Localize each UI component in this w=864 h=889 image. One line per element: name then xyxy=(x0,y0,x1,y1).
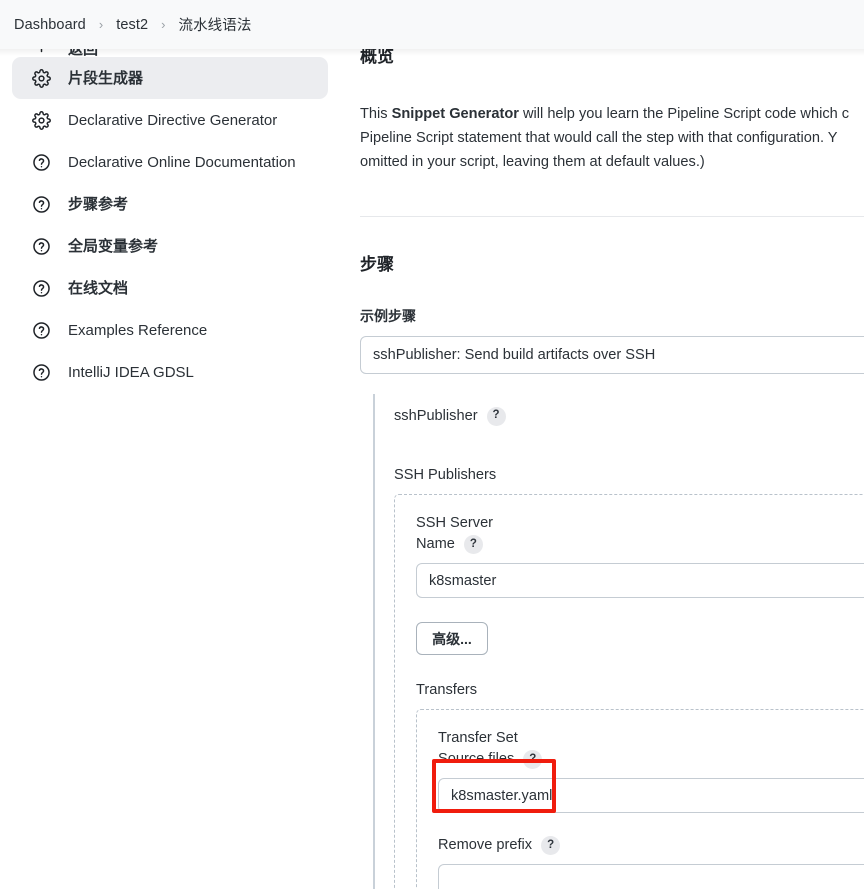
help-circle-icon xyxy=(30,319,52,341)
sidebar-item-label: Examples Reference xyxy=(68,321,208,339)
remove-prefix-label-text: Remove prefix xyxy=(438,837,533,853)
overview-text-bold: Snippet Generator xyxy=(391,105,519,122)
sidebar: 返回 片段生成器 Declarative Directive Generator xyxy=(0,40,340,889)
ssh-server-name-label: SSH Server Name ? xyxy=(416,513,864,555)
sidebar-item-global-variable-reference[interactable]: 全局变量参考 xyxy=(12,225,328,267)
main-content: 概览 This Snippet Generator will help you … xyxy=(360,47,864,889)
ssh-server-name-value: k8smaster xyxy=(429,572,497,589)
ssh-publishers-label: SSH Publishers xyxy=(394,467,497,483)
overview-text-line3: omitted in your script, leaving them at … xyxy=(360,153,705,170)
ssh-publisher-block: sshPublisher ? SSH Publishers SSH Server… xyxy=(373,394,864,889)
help-icon[interactable]: ? xyxy=(523,750,543,769)
sidebar-item-examples-reference[interactable]: Examples Reference xyxy=(12,309,328,351)
help-circle-icon xyxy=(30,235,52,257)
help-circle-icon xyxy=(30,151,52,173)
overview-text-b: will help you learn the Pipeline Script … xyxy=(518,105,850,122)
ssh-publisher-group: SSH Server Name ? k8smaster 高级... Transf… xyxy=(394,494,864,889)
ssh-publisher-header: sshPublisher ? xyxy=(394,406,864,426)
advanced-button[interactable]: 高级... xyxy=(416,622,488,655)
ssh-publisher-name: sshPublisher xyxy=(394,408,478,424)
help-circle-icon xyxy=(30,361,52,383)
transfer-set-label: Transfer Set xyxy=(438,730,518,746)
sample-step-select[interactable]: sshPublisher: Send build artifacts over … xyxy=(360,336,864,374)
breadcrumb-separator-icon: › xyxy=(98,17,104,32)
sidebar-item-snippet-generator[interactable]: 片段生成器 xyxy=(12,57,328,99)
page-root: Dashboard › test2 › 流水线语法 返回 片段生成器 Decla… xyxy=(0,0,864,889)
breadcrumb-item-dashboard[interactable]: Dashboard xyxy=(10,16,90,34)
breadcrumb-item-test2[interactable]: test2 xyxy=(112,16,152,34)
breadcrumb: Dashboard › test2 › 流水线语法 xyxy=(0,0,864,56)
gear-icon xyxy=(30,109,52,131)
transfer-set-group: Transfer Set Source files ? k8smaster.ya… xyxy=(416,709,864,889)
remove-prefix-label: Remove prefix ? xyxy=(438,835,864,856)
ssh-server-name-input[interactable]: k8smaster xyxy=(416,563,864,598)
source-files-input[interactable]: k8smaster.yaml xyxy=(438,778,864,813)
sidebar-item-steps-reference[interactable]: 步骤参考 xyxy=(12,183,328,225)
help-icon[interactable]: ? xyxy=(486,406,506,426)
section-divider xyxy=(360,216,864,217)
sidebar-item-label: IntelliJ IDEA GDSL xyxy=(68,363,194,381)
sidebar-item-declarative-directive-generator[interactable]: Declarative Directive Generator xyxy=(12,99,328,141)
sample-step-selected-value: sshPublisher: Send build artifacts over … xyxy=(373,347,656,363)
sidebar-item-label: 片段生成器 xyxy=(68,69,144,87)
breadcrumb-item-pipeline-syntax[interactable]: 流水线语法 xyxy=(174,13,255,36)
ssh-server-name-label-line2: Name xyxy=(416,536,455,552)
sidebar-item-declarative-online-documentation[interactable]: Declarative Online Documentation xyxy=(12,141,328,183)
breadcrumb-separator-icon: › xyxy=(161,17,166,32)
sidebar-item-online-documentation[interactable]: 在线文档 xyxy=(12,267,328,309)
help-circle-icon xyxy=(30,277,52,299)
overview-text-line2: Pipeline Script statement that would cal… xyxy=(360,129,838,146)
remove-prefix-input[interactable] xyxy=(438,864,864,889)
gear-icon xyxy=(30,67,52,89)
sidebar-item-label: Declarative Directive Generator xyxy=(68,111,278,129)
source-files-label-text: Source files xyxy=(438,751,515,767)
help-circle-icon xyxy=(30,193,52,215)
help-icon[interactable]: ? xyxy=(463,535,483,554)
source-files-value: k8smaster.yaml xyxy=(451,787,553,804)
help-icon[interactable]: ? xyxy=(541,836,561,855)
sidebar-item-label: 在线文档 xyxy=(68,279,129,297)
transfers-label: Transfers xyxy=(416,682,478,698)
sidebar-item-label: 步骤参考 xyxy=(68,195,129,213)
steps-heading: 步骤 xyxy=(360,255,394,274)
sample-step-label: 示例步骤 xyxy=(360,308,416,324)
sidebar-item-label: Declarative Online Documentation xyxy=(68,153,296,171)
sidebar-item-intellij-idea-gdsl[interactable]: IntelliJ IDEA GDSL xyxy=(12,351,328,393)
overview-paragraph: This Snippet Generator will help you lea… xyxy=(360,102,864,174)
ssh-server-name-label-line1: SSH Server xyxy=(416,515,494,531)
source-files-label: Transfer Set Source files ? xyxy=(438,728,864,770)
overview-text-a: This xyxy=(360,105,392,122)
sidebar-item-label: 全局变量参考 xyxy=(68,237,159,255)
